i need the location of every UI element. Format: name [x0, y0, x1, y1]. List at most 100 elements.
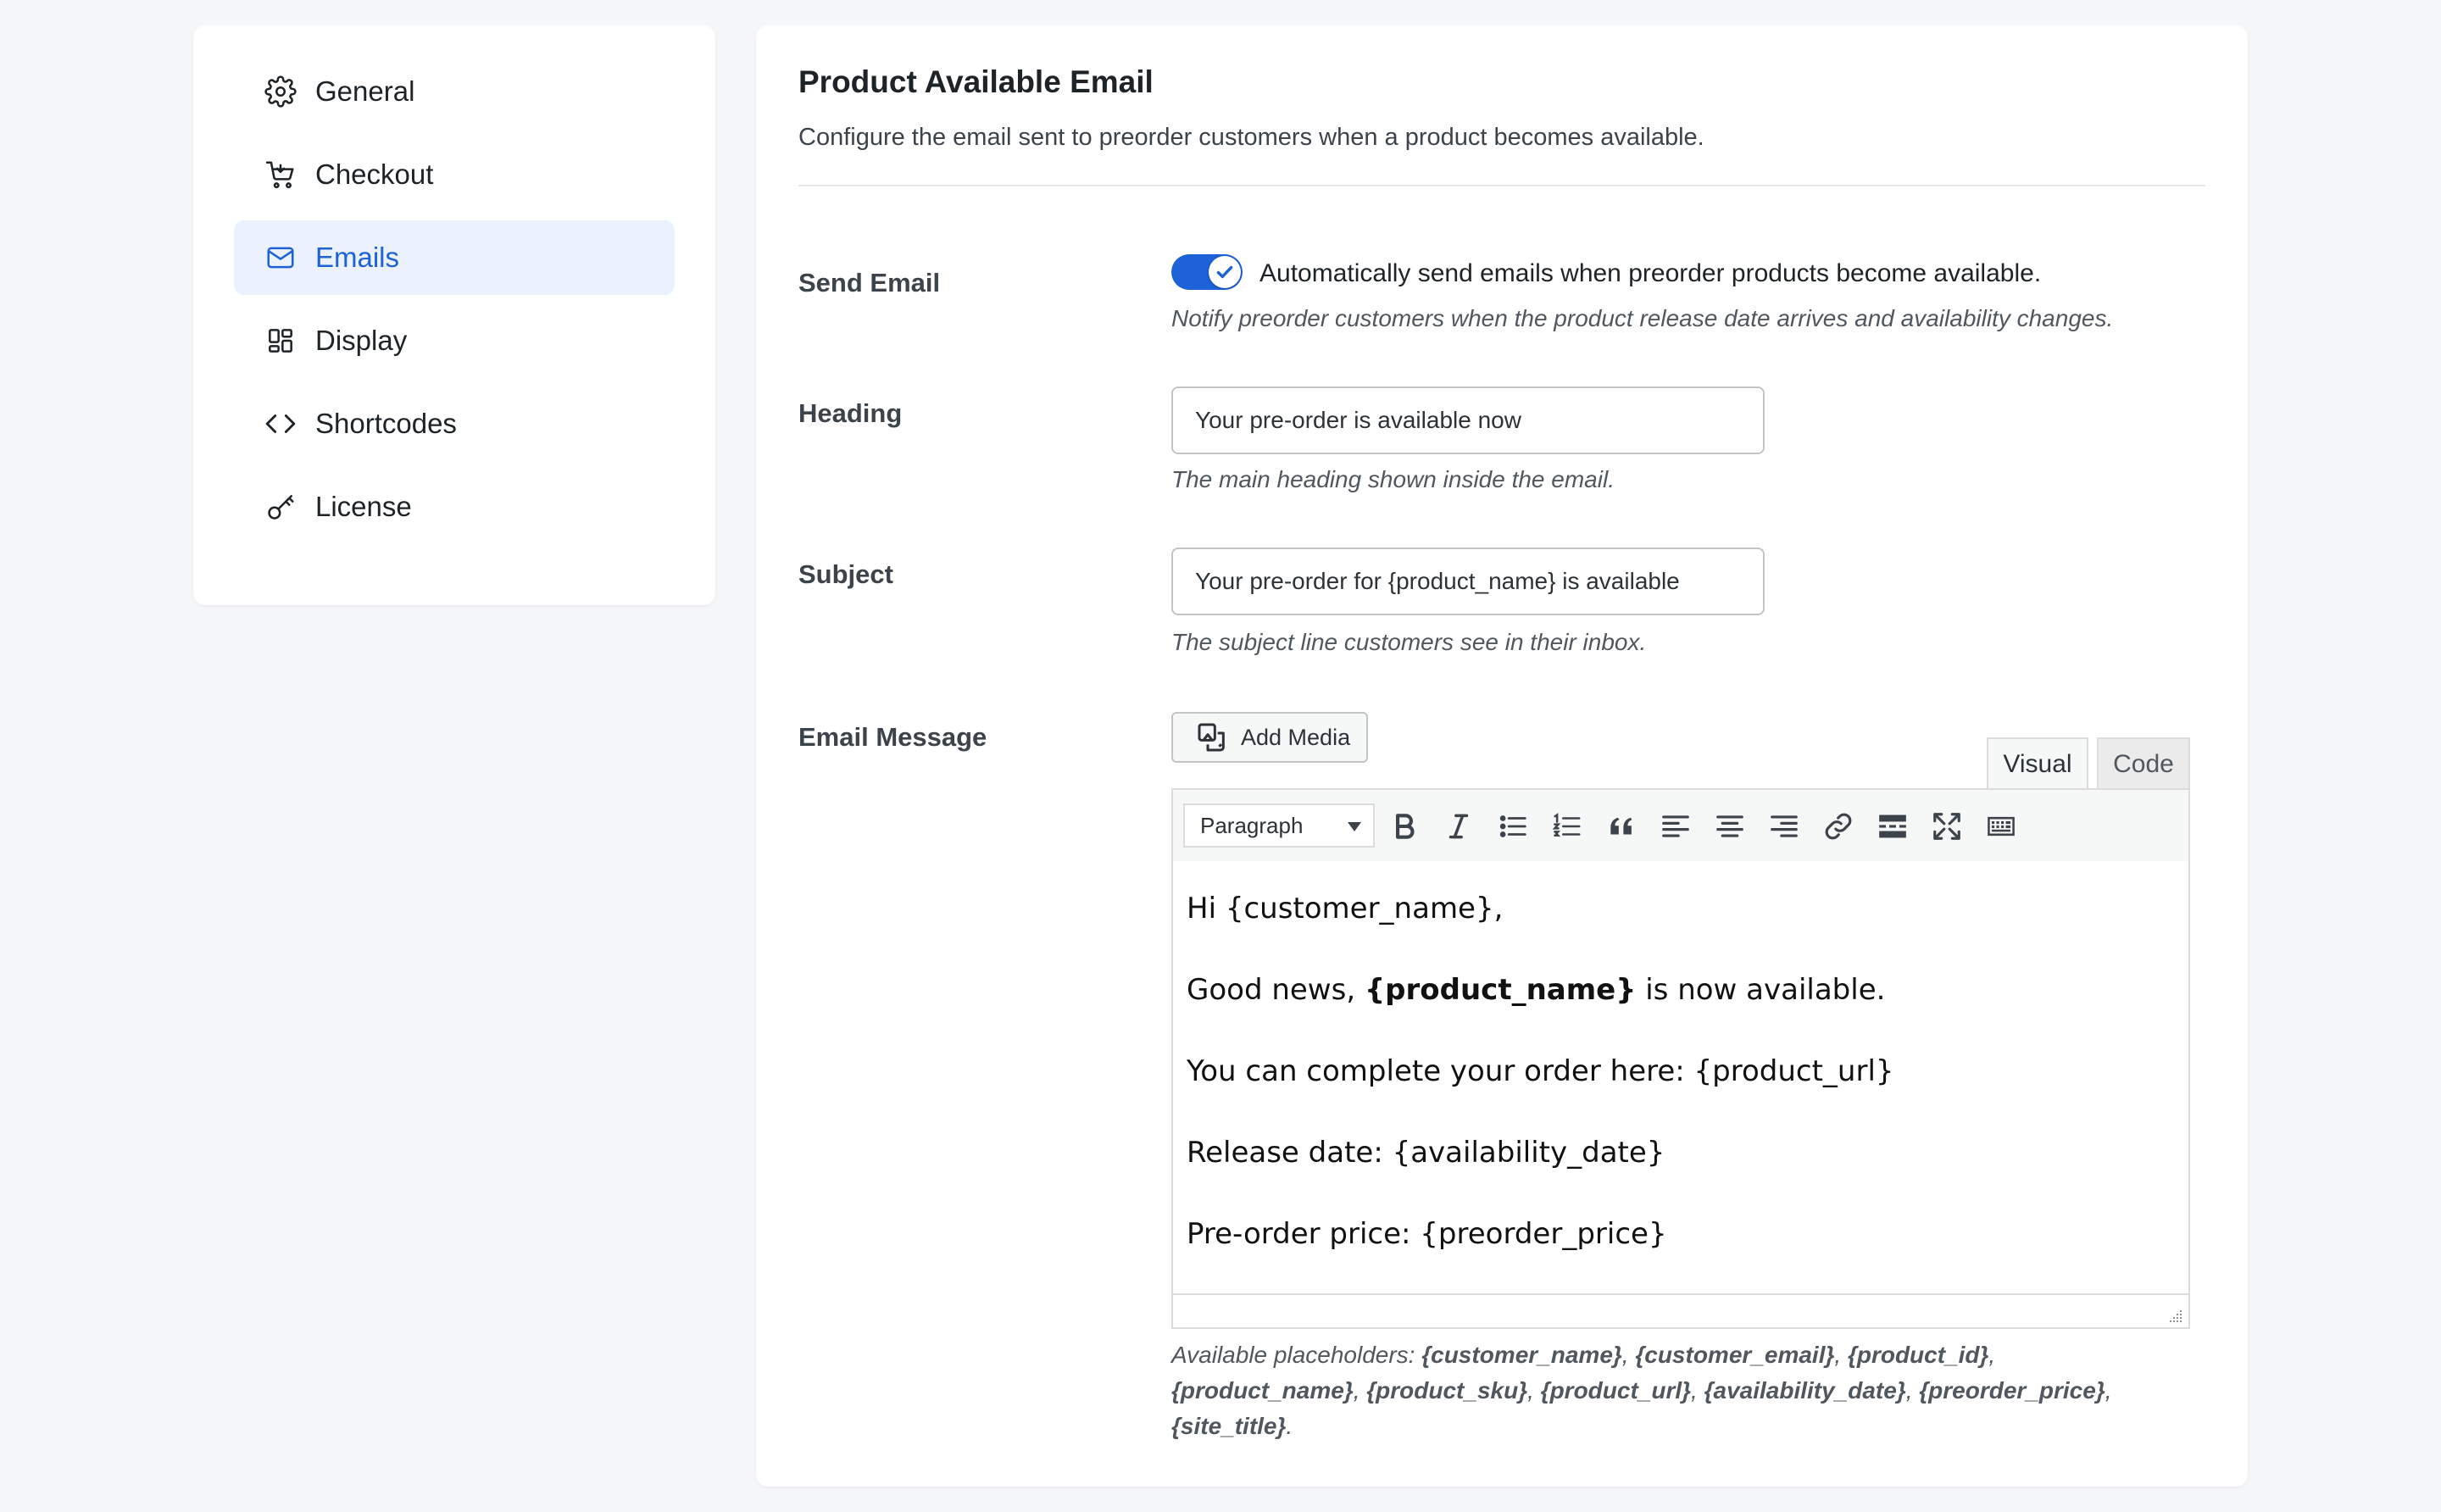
placeholder-item: {preorder_price} — [1919, 1377, 2105, 1404]
news-prefix: Good news, — [1187, 973, 1365, 1007]
bold-icon — [1396, 814, 1415, 839]
email-settings-panel: Product Available Email Configure the em… — [756, 25, 2248, 1487]
placeholder-sep: , — [1353, 1377, 1367, 1404]
sidebar-item-label: License — [315, 491, 412, 522]
placeholder-end: . — [1286, 1413, 1293, 1439]
editor-line-complete: You can complete your order here: {produ… — [1187, 1054, 1894, 1088]
numbered-list-icon — [1552, 813, 1581, 837]
blockquote-button[interactable] — [1602, 807, 1641, 846]
read-more-icon — [1879, 814, 1906, 838]
placeholder-item: {customer_name} — [1421, 1342, 1622, 1368]
resize-handle-icon — [2170, 1310, 2182, 1322]
gear-icon — [264, 75, 297, 108]
placeholder-sep: , — [1691, 1377, 1704, 1404]
tab-visual-label: Visual — [2003, 750, 2072, 778]
editor-toolbar: Paragraph — [1171, 788, 2190, 864]
read-more-button[interactable] — [1873, 807, 1912, 846]
editor-statusbar — [1171, 1293, 2190, 1329]
editor-line-release: Release date: {availability_date} — [1187, 1136, 1665, 1170]
subject-input[interactable] — [1171, 548, 1765, 615]
blockquote-icon — [1610, 817, 1632, 835]
heading-input[interactable] — [1171, 386, 1765, 454]
placeholder-item: {product_sku} — [1366, 1377, 1528, 1404]
editor-line-price: Pre-order price: {preorder_price} — [1187, 1217, 1667, 1251]
sidebar-item-shortcodes[interactable]: Shortcodes — [234, 386, 675, 461]
mail-icon — [264, 242, 297, 274]
subject-label: Subject — [798, 559, 893, 589]
tab-code-label: Code — [2113, 750, 2174, 778]
italic-icon — [1448, 814, 1469, 839]
bold-button[interactable] — [1385, 807, 1424, 846]
settings-sidebar: General Checkout Emails Display Shortcod… — [193, 25, 715, 605]
sidebar-item-label: Checkout — [315, 158, 434, 190]
placeholder-sep: , — [1834, 1342, 1848, 1368]
key-icon — [264, 491, 297, 523]
bullet-list-button[interactable] — [1493, 807, 1532, 846]
align-center-button[interactable] — [1710, 807, 1749, 846]
bullet-list-icon — [1499, 815, 1526, 837]
sidebar-item-label: General — [315, 75, 415, 107]
divider — [798, 185, 2205, 186]
sidebar-item-display[interactable]: Display — [234, 303, 675, 378]
page-description: Configure the email sent to preorder cus… — [798, 124, 1704, 151]
placeholder-item: {product_name} — [1171, 1377, 1354, 1404]
align-left-button[interactable] — [1656, 807, 1695, 846]
heading-label: Heading — [798, 398, 903, 428]
editor-line-news: Good news, {product_name} is now availab… — [1187, 973, 1885, 1007]
fullscreen-icon — [1933, 813, 1960, 840]
align-right-icon — [1771, 815, 1798, 837]
email-message-editor[interactable]: Hi {customer_name}, Good news, {product_… — [1171, 861, 2190, 1312]
news-suffix: is now available. — [1636, 973, 1886, 1007]
placeholder-item: {product_id} — [1847, 1342, 1989, 1368]
placeholder-sep: , — [1988, 1342, 1996, 1368]
code-icon — [264, 408, 297, 440]
email-message-label: Email Message — [798, 722, 987, 752]
format-select-value: Paragraph — [1200, 812, 1304, 838]
keyboard-icon — [1988, 816, 2015, 837]
align-right-button[interactable] — [1765, 807, 1804, 846]
sidebar-item-label: Display — [315, 325, 408, 356]
toolbar-toggle-button[interactable] — [1982, 807, 2021, 846]
editor-line-greeting: Hi {customer_name}, — [1187, 892, 1504, 926]
link-icon — [1825, 813, 1852, 840]
cart-icon — [264, 158, 297, 191]
placeholder-sep: , — [1527, 1377, 1541, 1404]
placeholder-sep: , — [1905, 1377, 1920, 1404]
add-media-label: Add Media — [1241, 724, 1351, 750]
tab-code[interactable]: Code — [2097, 737, 2190, 790]
send-email-label: Send Email — [798, 268, 941, 297]
sidebar-item-license[interactable]: License — [234, 470, 675, 544]
align-left-icon — [1662, 815, 1689, 837]
italic-button[interactable] — [1439, 807, 1478, 846]
chevron-down-icon — [1348, 822, 1361, 831]
sidebar-item-label: Shortcodes — [315, 408, 457, 439]
sidebar-item-emails[interactable]: Emails — [234, 220, 675, 295]
sidebar-item-checkout[interactable]: Checkout — [234, 137, 675, 212]
check-icon — [1216, 265, 1233, 279]
placeholder-sep: , — [1621, 1342, 1636, 1368]
send-email-help: Notify preorder customers when the produ… — [1171, 305, 2114, 331]
numbered-list-button[interactable] — [1548, 807, 1587, 846]
placeholder-item: {availability_date} — [1704, 1377, 1906, 1404]
placeholder-item: {product_url} — [1540, 1377, 1692, 1404]
news-product-name: {product_name} — [1364, 973, 1637, 1007]
subject-help: The subject line customers see in their … — [1171, 629, 1647, 655]
placeholders-label: Available placeholders: — [1171, 1342, 1422, 1368]
page-title: Product Available Email — [798, 64, 1154, 99]
layout-icon — [264, 325, 297, 357]
toggle-knob — [1209, 256, 1241, 288]
available-placeholders: Available placeholders: {customer_name},… — [1171, 1337, 2155, 1444]
tab-visual[interactable]: Visual — [1987, 737, 2088, 790]
insert-link-button[interactable] — [1819, 807, 1858, 846]
fullscreen-button[interactable] — [1927, 807, 1966, 846]
sidebar-item-label: Emails — [315, 242, 400, 273]
placeholder-item: {site_title} — [1171, 1413, 1287, 1439]
placeholder-sep: , — [2105, 1377, 2112, 1404]
sidebar-item-general[interactable]: General — [234, 54, 675, 129]
add-media-button[interactable]: Add Media — [1171, 712, 1368, 763]
send-email-toggle-text: Automatically send emails when preorder … — [1259, 259, 2042, 287]
media-icon — [1198, 723, 1225, 752]
format-select[interactable]: Paragraph — [1183, 803, 1375, 848]
placeholder-item: {customer_email} — [1635, 1342, 1835, 1368]
send-email-toggle[interactable] — [1171, 254, 1243, 290]
